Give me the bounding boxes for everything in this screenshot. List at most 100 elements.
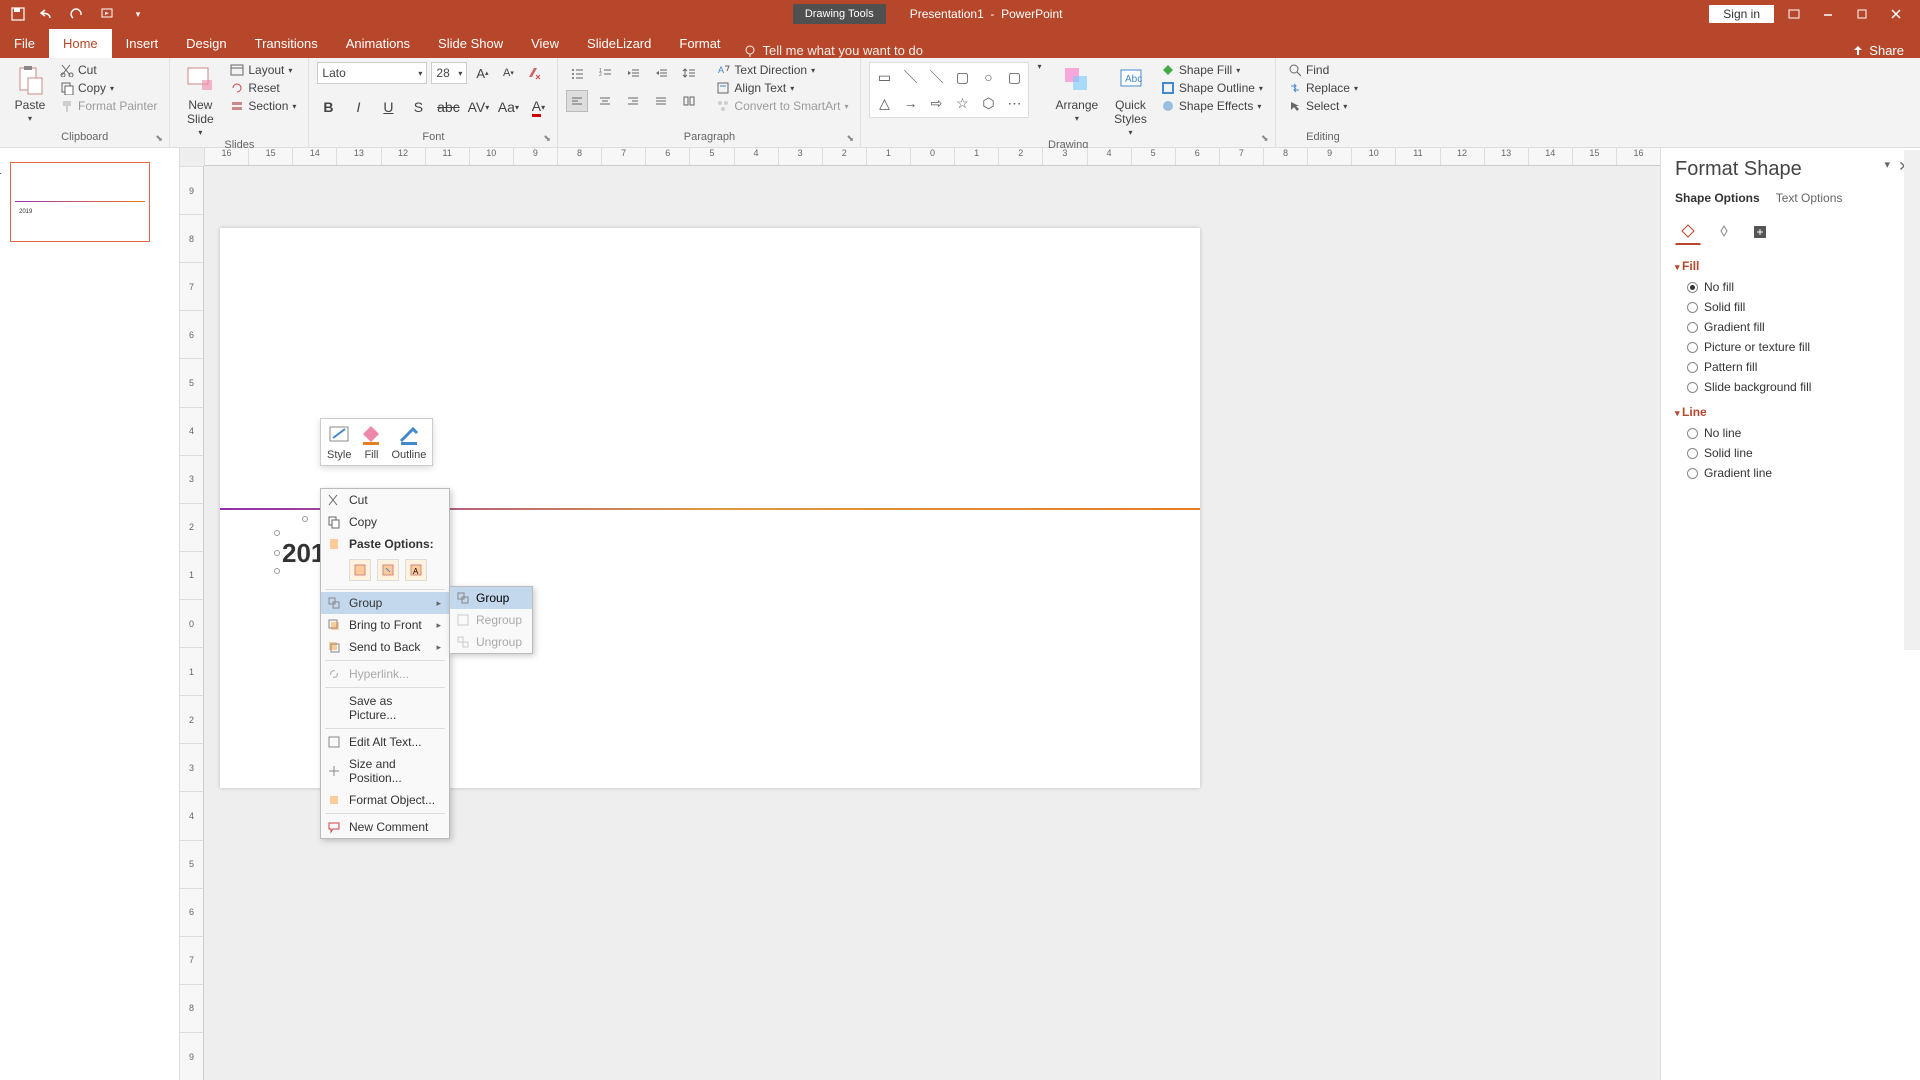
shape-hex-icon[interactable]: ⬡ [976, 91, 1000, 115]
align-center-icon[interactable] [594, 90, 616, 112]
mini-outline-button[interactable]: Outline [391, 423, 426, 461]
select-button[interactable]: Select ▾ [1284, 98, 1362, 114]
font-color-icon[interactable]: A▾ [527, 96, 549, 118]
radio-gradient-fill[interactable]: Gradient fill [1675, 317, 1906, 337]
slide-canvas-area[interactable]: 1615141312111098765432101234567891011121… [180, 148, 1660, 1080]
bold-button[interactable]: B [317, 96, 339, 118]
shape-rect2-icon[interactable]: ▢ [950, 65, 974, 89]
radio-gradient-line[interactable]: Gradient line [1675, 463, 1906, 483]
shape-triangle-icon[interactable]: △ [872, 91, 896, 115]
ctx-bring-front[interactable]: Bring to Front▸ [321, 614, 449, 636]
increase-indent-icon[interactable] [650, 62, 672, 84]
pane-tab-text-options[interactable]: Text Options [1776, 191, 1843, 209]
selection-handle[interactable] [274, 568, 280, 574]
ctx-cut[interactable]: Cut [321, 489, 449, 511]
selection-handle[interactable] [274, 530, 280, 536]
font-size-select[interactable]: 28▾ [431, 62, 467, 84]
shape-more-icon[interactable]: ⋯ [1002, 91, 1026, 115]
shape-fill-button[interactable]: Shape Fill ▾ [1157, 62, 1267, 78]
radio-slide-bg-fill[interactable]: Slide background fill [1675, 377, 1906, 397]
selection-handle[interactable] [274, 550, 280, 556]
numbering-icon[interactable]: 12 [594, 62, 616, 84]
start-from-beginning-icon[interactable] [100, 6, 116, 22]
shape-rect-icon[interactable]: ▭ [872, 65, 896, 89]
tab-slideshow[interactable]: Slide Show [424, 29, 517, 58]
radio-no-line[interactable]: No line [1675, 423, 1906, 443]
align-text-button[interactable]: Align Text ▾ [712, 80, 852, 96]
sign-in-button[interactable]: Sign in [1709, 5, 1774, 23]
tab-animations[interactable]: Animations [332, 29, 424, 58]
section-button[interactable]: Section ▾ [226, 98, 300, 114]
close-icon[interactable] [1882, 4, 1910, 24]
ctx-send-back[interactable]: Send to Back▸ [321, 636, 449, 658]
shape-star-icon[interactable]: ☆ [950, 91, 974, 115]
ribbon-display-icon[interactable] [1780, 4, 1808, 24]
strikethrough-button[interactable]: abc [437, 96, 459, 118]
copy-button[interactable]: Copy ▾ [56, 80, 161, 96]
rotation-handle[interactable] [302, 516, 308, 522]
layout-button[interactable]: Layout ▾ [226, 62, 300, 78]
tab-design[interactable]: Design [172, 29, 240, 58]
decrease-indent-icon[interactable] [622, 62, 644, 84]
maximize-icon[interactable] [1848, 4, 1876, 24]
ctx-edit-alt[interactable]: Edit Alt Text... [321, 731, 449, 753]
radio-picture-fill[interactable]: Picture or texture fill [1675, 337, 1906, 357]
radio-solid-line[interactable]: Solid line [1675, 443, 1906, 463]
decrease-font-icon[interactable]: A▾ [497, 62, 519, 84]
drawing-launcher-icon[interactable]: ⬊ [1261, 133, 1273, 145]
ctx-new-comment[interactable]: New Comment [321, 816, 449, 838]
mini-fill-button[interactable]: Fill [359, 423, 383, 461]
arrange-button[interactable]: Arrange▾ [1049, 62, 1104, 125]
shape-line2-icon[interactable]: ＼ [924, 65, 948, 89]
qat-customize-icon[interactable]: ▾ [130, 6, 146, 22]
line-spacing-icon[interactable] [678, 62, 700, 84]
reset-button[interactable]: Reset [226, 80, 300, 96]
effects-category-icon[interactable] [1711, 219, 1737, 245]
pane-tab-shape-options[interactable]: Shape Options [1675, 191, 1760, 209]
line-section-header[interactable]: Line [1675, 405, 1906, 419]
text-direction-button[interactable]: AText Direction ▾ [712, 62, 852, 78]
justify-icon[interactable] [650, 90, 672, 112]
shapes-more-icon[interactable]: ▾ [1037, 62, 1041, 71]
character-spacing-icon[interactable]: AV▾ [467, 96, 489, 118]
tab-home[interactable]: Home [49, 29, 112, 58]
vertical-scrollbar[interactable] [1904, 150, 1920, 650]
minimize-icon[interactable] [1814, 4, 1842, 24]
shape-oval-icon[interactable]: ○ [976, 65, 1000, 89]
shape-effects-button[interactable]: Shape Effects ▾ [1157, 98, 1267, 114]
format-painter-button[interactable]: Format Painter [56, 98, 161, 114]
ctx-format-object[interactable]: Format Object... [321, 789, 449, 811]
redo-icon[interactable] [70, 6, 86, 22]
tab-slidelizard[interactable]: SlideLizard [573, 29, 665, 58]
undo-icon[interactable] [40, 6, 56, 22]
radio-no-fill[interactable]: No fill [1675, 277, 1906, 297]
mini-style-button[interactable]: Style [327, 423, 351, 461]
replace-button[interactable]: Replace ▾ [1284, 80, 1362, 96]
cut-button[interactable]: Cut [56, 62, 161, 78]
bullets-icon[interactable] [566, 62, 588, 84]
paragraph-launcher-icon[interactable]: ⬊ [846, 133, 858, 145]
shape-arrow-r-icon[interactable]: → [898, 91, 922, 115]
columns-icon[interactable] [678, 90, 700, 112]
tell-me-search[interactable]: Tell me what you want to do [743, 43, 923, 58]
tab-file[interactable]: File [0, 29, 49, 58]
pane-options-icon[interactable]: ▾ [1884, 158, 1890, 171]
radio-pattern-fill[interactable]: Pattern fill [1675, 357, 1906, 377]
fill-section-header[interactable]: Fill [1675, 259, 1906, 273]
tab-insert[interactable]: Insert [112, 29, 173, 58]
radio-solid-fill[interactable]: Solid fill [1675, 297, 1906, 317]
paste-picture-icon[interactable]: A [405, 559, 427, 581]
ctx-save-picture[interactable]: Save as Picture... [321, 690, 449, 726]
paste-button[interactable]: Paste ▾ [8, 62, 52, 125]
tab-view[interactable]: View [517, 29, 573, 58]
quick-styles-button[interactable]: Abc Quick Styles▾ [1108, 62, 1153, 139]
clipboard-launcher-icon[interactable]: ⬊ [155, 133, 167, 145]
shape-line-icon[interactable]: ＼ [898, 65, 922, 89]
shape-outline-button[interactable]: Shape Outline ▾ [1157, 80, 1267, 96]
tab-format[interactable]: Format [665, 29, 734, 58]
ctx-copy[interactable]: Copy [321, 511, 449, 533]
submenu-group[interactable]: Group [450, 587, 532, 609]
font-name-select[interactable]: Lato▾ [317, 62, 427, 84]
find-button[interactable]: Find [1284, 62, 1362, 78]
shadow-button[interactable]: S [407, 96, 429, 118]
